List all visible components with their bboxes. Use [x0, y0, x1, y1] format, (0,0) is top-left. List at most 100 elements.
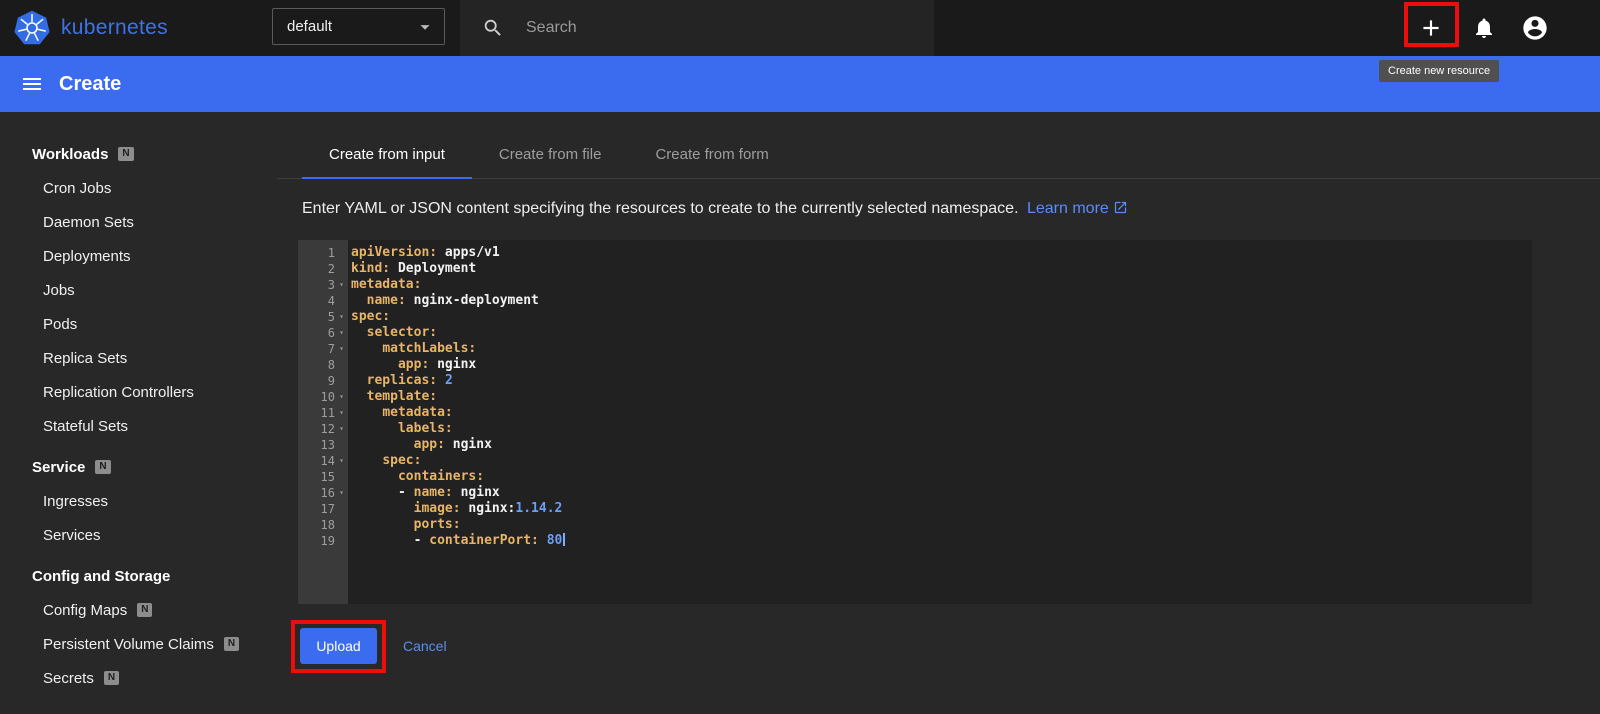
- notifications-button[interactable]: [1469, 13, 1499, 43]
- cancel-button[interactable]: Cancel: [403, 638, 447, 654]
- line-number: 16 ▾: [298, 485, 348, 501]
- create-tabs: Create from input Create from file Creat…: [277, 131, 1600, 179]
- code-line[interactable]: containers:: [351, 469, 1532, 485]
- search-icon: [484, 19, 501, 36]
- code-line[interactable]: matchLabels:: [351, 341, 1532, 357]
- code-line[interactable]: metadata:: [351, 405, 1532, 421]
- account-circle-icon: [1523, 16, 1547, 40]
- line-number: 8: [327, 358, 335, 372]
- namespace-selector[interactable]: default: [272, 8, 445, 45]
- plus-icon: [1423, 20, 1439, 36]
- sidebar-item-config-maps[interactable]: Config Maps N: [0, 593, 277, 627]
- sidebar-section-config-and-storage: Config and Storage: [0, 559, 277, 593]
- create-tooltip: Create new resource: [1379, 60, 1500, 82]
- line-number: 3 ▾: [298, 277, 348, 293]
- code-line[interactable]: labels:: [351, 421, 1532, 437]
- tab-create-from-form[interactable]: Create from form: [628, 131, 795, 178]
- code-line[interactable]: apiVersion: apps/v1: [351, 245, 1532, 261]
- line-number: 14 ▾: [298, 453, 348, 469]
- code-line[interactable]: - name: nginx: [351, 485, 1532, 501]
- sidebar-item-deployments[interactable]: Deployments: [0, 239, 277, 273]
- namespaced-badge: N: [137, 603, 153, 617]
- code-line[interactable]: selector:: [351, 325, 1532, 341]
- code-line[interactable]: - containerPort: 80: [351, 533, 1532, 549]
- fold-arrow-icon[interactable]: ▾: [335, 325, 348, 341]
- editor-gutter: 1 2 3 ▾ 4 5 ▾ 6 ▾ 7 ▾ 8 9 10 ▾ 11 ▾ 12 ▾ 13 14 ▾ 15 16 ▾ 17 18 19: [298, 240, 348, 604]
- section-label: Config and Storage: [32, 567, 171, 585]
- kubernetes-brand[interactable]: kubernetes: [14, 9, 168, 47]
- code-line[interactable]: spec:: [351, 309, 1532, 325]
- code-line[interactable]: template:: [351, 389, 1532, 405]
- sidebar-item-replication-controllers[interactable]: Replication Controllers: [0, 375, 277, 409]
- tab-create-from-file[interactable]: Create from file: [472, 131, 629, 178]
- fold-arrow-icon[interactable]: ▾: [335, 485, 348, 501]
- code-line[interactable]: image: nginx:1.14.2: [351, 501, 1532, 517]
- line-number: 9: [327, 374, 335, 388]
- sidebar-item-ingresses[interactable]: Ingresses: [0, 484, 277, 518]
- code-line[interactable]: spec:: [351, 453, 1532, 469]
- create-new-resource-button[interactable]: [1416, 13, 1446, 43]
- fold-arrow-icon[interactable]: ▾: [335, 405, 348, 421]
- fold-arrow-icon[interactable]: ▾: [335, 421, 348, 437]
- top-app-bar: kubernetes default: [0, 0, 1600, 56]
- line-number: 17: [320, 502, 335, 516]
- sidebar-item-jobs[interactable]: Jobs: [0, 273, 277, 307]
- line-number: 7 ▾: [298, 341, 348, 357]
- sidebar-nav: Workloads N Cron Jobs Daemon Sets Deploy…: [0, 112, 277, 714]
- code-line[interactable]: replicas: 2: [351, 373, 1532, 389]
- sidebar-section-service: Service N: [0, 450, 277, 484]
- section-label: Workloads: [32, 145, 109, 163]
- search-bar[interactable]: [460, 0, 934, 56]
- page-title: Create: [59, 72, 122, 95]
- code-line[interactable]: metadata:: [351, 277, 1532, 293]
- fold-arrow-icon[interactable]: ▾: [335, 277, 348, 293]
- sidebar-item-cron-jobs[interactable]: Cron Jobs: [0, 171, 277, 205]
- line-number: 11 ▾: [298, 405, 348, 421]
- brand-wordmark: kubernetes: [61, 16, 168, 39]
- line-number: 13: [320, 438, 335, 452]
- account-button[interactable]: [1520, 13, 1550, 43]
- editor-code-area[interactable]: apiVersion: apps/v1 kind: Deployment metad…: [348, 240, 1532, 604]
- sidebar-item-pods[interactable]: Pods: [0, 307, 277, 341]
- intro-text: Enter YAML or JSON content specifying th…: [302, 200, 1600, 218]
- fold-arrow-icon[interactable]: ▾: [335, 453, 348, 469]
- line-number: 15: [320, 470, 335, 484]
- search-input[interactable]: [524, 18, 864, 38]
- namespaced-badge: N: [103, 671, 120, 685]
- bell-icon: [1476, 18, 1492, 38]
- sidebar-item-persistent-volume-claims[interactable]: Persistent Volume Claims N: [0, 627, 277, 661]
- code-line[interactable]: app: nginx: [351, 437, 1532, 453]
- section-label: Service: [32, 458, 86, 476]
- sidebar-section-workloads: Workloads N: [0, 137, 277, 171]
- upload-button[interactable]: Upload: [300, 628, 377, 664]
- yaml-editor[interactable]: 1 2 3 ▾ 4 5 ▾ 6 ▾ 7 ▾ 8 9 10 ▾ 11 ▾ 12 ▾ 13 14 ▾ 15 16 ▾ 17 18 19 a…: [298, 240, 1532, 604]
- hamburger-icon: [23, 78, 41, 90]
- code-line[interactable]: name: nginx-deployment: [351, 293, 1532, 309]
- external-link-icon: [1114, 201, 1126, 214]
- line-number: 12 ▾: [298, 421, 348, 437]
- line-number: 18: [320, 518, 335, 532]
- menu-button[interactable]: [19, 71, 45, 97]
- code-line[interactable]: app: nginx: [351, 357, 1532, 373]
- tab-create-from-input[interactable]: Create from input: [302, 131, 472, 179]
- fold-arrow-icon[interactable]: ▾: [335, 389, 348, 405]
- namespaced-badge: N: [95, 460, 111, 474]
- fold-arrow-icon[interactable]: ▾: [335, 341, 348, 357]
- code-line[interactable]: kind: Deployment: [351, 261, 1532, 277]
- form-actions: Upload Cancel: [300, 628, 1600, 664]
- text-cursor: [563, 533, 566, 546]
- sidebar-item-stateful-sets[interactable]: Stateful Sets: [0, 409, 277, 443]
- line-number: 19: [320, 534, 335, 548]
- intro-sentence: Enter YAML or JSON content specifying th…: [302, 200, 1019, 217]
- kubernetes-logo-icon: [14, 10, 50, 45]
- line-number: 6 ▾: [298, 325, 348, 341]
- code-line[interactable]: ports:: [351, 517, 1532, 533]
- sidebar-item-services[interactable]: Services: [0, 518, 277, 552]
- line-number: 1: [327, 246, 335, 260]
- sidebar-item-daemon-sets[interactable]: Daemon Sets: [0, 205, 277, 239]
- learn-more-link[interactable]: Learn more: [1027, 200, 1128, 217]
- fold-arrow-icon[interactable]: ▾: [335, 309, 348, 325]
- sidebar-item-secrets[interactable]: Secrets N: [0, 661, 277, 695]
- sidebar-item-replica-sets[interactable]: Replica Sets: [0, 341, 277, 375]
- line-number: 10 ▾: [298, 389, 348, 405]
